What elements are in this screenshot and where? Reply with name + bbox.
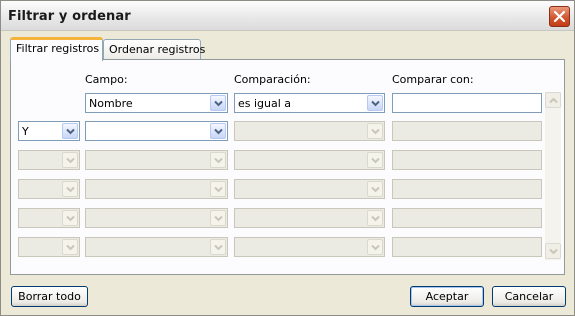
title-bar[interactable]: Filtrar y ordenar: [1, 1, 574, 31]
clear-all-button[interactable]: Borrar todo: [11, 286, 88, 307]
dropdown-button: [367, 152, 383, 168]
comparison-select[interactable]: es igual a: [234, 93, 385, 113]
compare-to-input: [392, 237, 542, 257]
close-button[interactable]: [549, 6, 570, 27]
field-select: [85, 179, 228, 199]
compare-to-input: [392, 121, 542, 141]
comparison-select-value: es igual a: [238, 97, 292, 110]
dropdown-button[interactable]: [367, 95, 383, 111]
dropdown-button: [367, 239, 383, 255]
filter-sort-dialog: Filtrar y ordenar Filtrar registros Orde…: [0, 0, 575, 316]
compare-to-input: [392, 179, 542, 199]
dropdown-button: [210, 239, 226, 255]
scroll-up-button[interactable]: [545, 92, 561, 108]
tab-label: Filtrar registros: [16, 42, 100, 55]
operator-select[interactable]: Y: [18, 121, 80, 141]
field-select-value: Nombre: [89, 97, 133, 110]
window-title: Filtrar y ordenar: [8, 9, 131, 24]
compare-to-input: [392, 208, 542, 228]
accept-button[interactable]: Aceptar: [410, 286, 484, 307]
operator-select: [18, 237, 80, 257]
clear-all-label: Borrar todo: [18, 290, 81, 303]
field-select: [85, 150, 228, 170]
dropdown-button: [210, 152, 226, 168]
compare-to-input[interactable]: [392, 93, 542, 113]
comparison-select: [234, 179, 385, 199]
dropdown-button[interactable]: [210, 123, 226, 139]
dropdown-button: [367, 210, 383, 226]
accept-label: Aceptar: [425, 290, 469, 303]
dropdown-button: [367, 123, 383, 139]
dropdown-button: [210, 210, 226, 226]
field-select: [85, 237, 228, 257]
operator-select: [18, 208, 80, 228]
vertical-scrollbar[interactable]: [545, 92, 561, 260]
dropdown-button: [62, 152, 78, 168]
dropdown-button: [210, 181, 226, 197]
operator-select-value: Y: [22, 125, 29, 138]
field-select: [85, 208, 228, 228]
compare-to-input: [392, 150, 542, 170]
operator-select: [18, 179, 80, 199]
dropdown-button: [62, 210, 78, 226]
dropdown-button: [367, 181, 383, 197]
compare-to-column-label: Comparar con:: [392, 73, 474, 86]
dropdown-button[interactable]: [210, 95, 226, 111]
dropdown-button: [62, 181, 78, 197]
dropdown-button[interactable]: [62, 123, 78, 139]
cancel-button[interactable]: Cancelar: [492, 286, 566, 307]
filter-panel: Campo: Comparación: Comparar con: Nombre…: [10, 59, 565, 275]
tab-label: Ordenar registros: [109, 43, 206, 56]
field-select[interactable]: [85, 121, 228, 141]
cancel-label: Cancelar: [504, 290, 554, 303]
tab-sort-records[interactable]: Ordenar registros: [103, 39, 205, 60]
comparison-select: [234, 121, 385, 141]
comparison-select: [234, 150, 385, 170]
operator-select: [18, 150, 80, 170]
field-select[interactable]: Nombre: [85, 93, 228, 113]
scroll-down-button[interactable]: [545, 243, 561, 259]
tab-filter-records[interactable]: Filtrar registros: [10, 37, 103, 61]
field-column-label: Campo:: [85, 73, 128, 86]
comparison-select: [234, 208, 385, 228]
comparison-column-label: Comparación:: [234, 73, 311, 86]
dropdown-button: [62, 239, 78, 255]
comparison-select: [234, 237, 385, 257]
